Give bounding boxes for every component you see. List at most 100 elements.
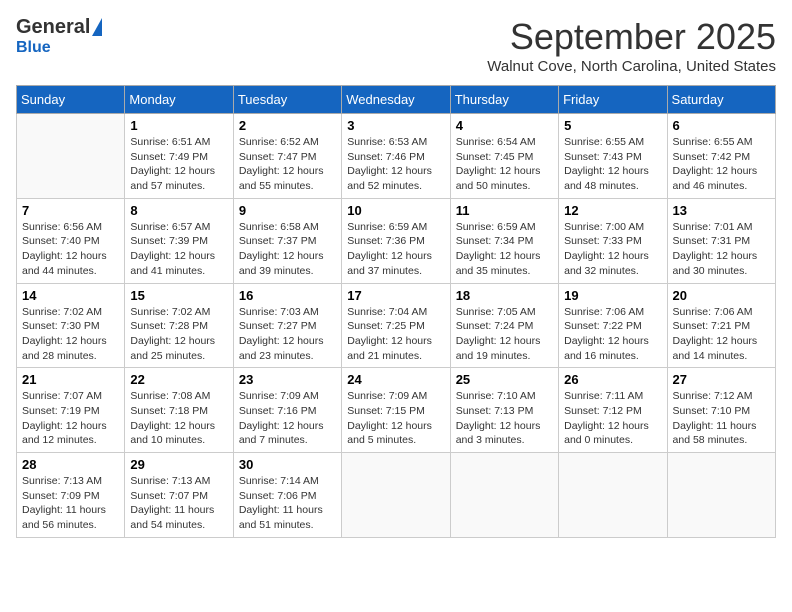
- day-number: 30: [239, 457, 336, 472]
- calendar-cell: [450, 453, 558, 538]
- cell-content: Sunrise: 7:06 AM Sunset: 7:21 PM Dayligh…: [673, 305, 770, 364]
- logo-blue-text: Blue: [16, 39, 51, 57]
- day-number: 23: [239, 372, 336, 387]
- week-row-5: 28 Sunrise: 7:13 AM Sunset: 7:09 PM Dayli…: [17, 453, 776, 538]
- cell-content: Sunrise: 7:13 AM Sunset: 7:07 PM Dayligh…: [130, 474, 227, 533]
- cell-content: Sunrise: 6:55 AM Sunset: 7:42 PM Dayligh…: [673, 135, 770, 194]
- day-number: 19: [564, 288, 661, 303]
- calendar-table: SundayMondayTuesdayWednesdayThursdayFrid…: [16, 85, 776, 538]
- day-number: 20: [673, 288, 770, 303]
- cell-content: Sunrise: 7:00 AM Sunset: 7:33 PM Dayligh…: [564, 220, 661, 279]
- cell-content: Sunrise: 7:09 AM Sunset: 7:15 PM Dayligh…: [347, 389, 444, 448]
- day-number: 13: [673, 203, 770, 218]
- cell-content: Sunrise: 7:02 AM Sunset: 7:28 PM Dayligh…: [130, 305, 227, 364]
- column-header-friday: Friday: [559, 86, 667, 114]
- cell-content: Sunrise: 7:10 AM Sunset: 7:13 PM Dayligh…: [456, 389, 553, 448]
- day-number: 21: [22, 372, 119, 387]
- cell-content: Sunrise: 6:54 AM Sunset: 7:45 PM Dayligh…: [456, 135, 553, 194]
- calendar-cell: 27 Sunrise: 7:12 AM Sunset: 7:10 PM Dayli…: [667, 368, 775, 453]
- calendar-cell: 26 Sunrise: 7:11 AM Sunset: 7:12 PM Dayli…: [559, 368, 667, 453]
- day-number: 12: [564, 203, 661, 218]
- calendar-cell: 19 Sunrise: 7:06 AM Sunset: 7:22 PM Dayli…: [559, 283, 667, 368]
- page-header: General Blue September 2025 Walnut Cove,…: [16, 16, 776, 75]
- cell-content: Sunrise: 7:12 AM Sunset: 7:10 PM Dayligh…: [673, 389, 770, 448]
- logo: General Blue: [16, 16, 102, 57]
- day-number: 8: [130, 203, 227, 218]
- calendar-cell: 28 Sunrise: 7:13 AM Sunset: 7:09 PM Dayli…: [17, 453, 125, 538]
- cell-content: Sunrise: 6:53 AM Sunset: 7:46 PM Dayligh…: [347, 135, 444, 194]
- cell-content: Sunrise: 7:05 AM Sunset: 7:24 PM Dayligh…: [456, 305, 553, 364]
- day-number: 22: [130, 372, 227, 387]
- day-number: 27: [673, 372, 770, 387]
- column-header-wednesday: Wednesday: [342, 86, 450, 114]
- logo-triangle-icon: [92, 18, 102, 36]
- calendar-cell: 17Sunrise: 7:04 AM Sunset: 7:25 PM Dayli…: [342, 283, 450, 368]
- location-subtitle: Walnut Cove, North Carolina, United Stat…: [487, 58, 776, 75]
- cell-content: Sunrise: 7:07 AM Sunset: 7:19 PM Dayligh…: [22, 389, 119, 448]
- cell-content: Sunrise: 6:51 AM Sunset: 7:49 PM Dayligh…: [130, 135, 227, 194]
- cell-content: Sunrise: 6:55 AM Sunset: 7:43 PM Dayligh…: [564, 135, 661, 194]
- cell-content: Sunrise: 7:01 AM Sunset: 7:31 PM Dayligh…: [673, 220, 770, 279]
- calendar-cell: 20 Sunrise: 7:06 AM Sunset: 7:21 PM Dayli…: [667, 283, 775, 368]
- day-number: 24: [347, 372, 444, 387]
- calendar-cell: 21 Sunrise: 7:07 AM Sunset: 7:19 PM Dayli…: [17, 368, 125, 453]
- day-number: 16: [239, 288, 336, 303]
- week-row-3: 14 Sunrise: 7:02 AM Sunset: 7:30 PM Dayli…: [17, 283, 776, 368]
- calendar-cell: 2 Sunrise: 6:52 AM Sunset: 7:47 PM Daylig…: [233, 114, 341, 199]
- cell-content: Sunrise: 7:11 AM Sunset: 7:12 PM Dayligh…: [564, 389, 661, 448]
- calendar-cell: 12 Sunrise: 7:00 AM Sunset: 7:33 PM Dayli…: [559, 198, 667, 283]
- day-number: 28: [22, 457, 119, 472]
- cell-content: Sunrise: 7:13 AM Sunset: 7:09 PM Dayligh…: [22, 474, 119, 533]
- calendar-cell: 29 Sunrise: 7:13 AM Sunset: 7:07 PM Dayli…: [125, 453, 233, 538]
- calendar-cell: 11 Sunrise: 6:59 AM Sunset: 7:34 PM Dayli…: [450, 198, 558, 283]
- week-row-2: 7 Sunrise: 6:56 AM Sunset: 7:40 PM Daylig…: [17, 198, 776, 283]
- calendar-cell: 3Sunrise: 6:53 AM Sunset: 7:46 PM Daylig…: [342, 114, 450, 199]
- cell-content: Sunrise: 6:57 AM Sunset: 7:39 PM Dayligh…: [130, 220, 227, 279]
- column-header-saturday: Saturday: [667, 86, 775, 114]
- column-header-monday: Monday: [125, 86, 233, 114]
- calendar-cell: 1Sunrise: 6:51 AM Sunset: 7:49 PM Daylig…: [125, 114, 233, 199]
- calendar-cell: 13 Sunrise: 7:01 AM Sunset: 7:31 PM Dayli…: [667, 198, 775, 283]
- day-number: 7: [22, 203, 119, 218]
- day-number: 29: [130, 457, 227, 472]
- day-number: 14: [22, 288, 119, 303]
- calendar-cell: 15 Sunrise: 7:02 AM Sunset: 7:28 PM Dayli…: [125, 283, 233, 368]
- day-number: 9: [239, 203, 336, 218]
- day-number: 26: [564, 372, 661, 387]
- calendar-cell: 4 Sunrise: 6:54 AM Sunset: 7:45 PM Daylig…: [450, 114, 558, 199]
- calendar-cell: 22 Sunrise: 7:08 AM Sunset: 7:18 PM Dayli…: [125, 368, 233, 453]
- calendar-cell: 6 Sunrise: 6:55 AM Sunset: 7:42 PM Daylig…: [667, 114, 775, 199]
- calendar-cell: 5Sunrise: 6:55 AM Sunset: 7:43 PM Daylig…: [559, 114, 667, 199]
- days-header-row: SundayMondayTuesdayWednesdayThursdayFrid…: [17, 86, 776, 114]
- week-row-4: 21 Sunrise: 7:07 AM Sunset: 7:19 PM Dayli…: [17, 368, 776, 453]
- day-number: 4: [456, 118, 553, 133]
- cell-content: Sunrise: 6:59 AM Sunset: 7:36 PM Dayligh…: [347, 220, 444, 279]
- calendar-cell: 9 Sunrise: 6:58 AM Sunset: 7:37 PM Daylig…: [233, 198, 341, 283]
- calendar-cell: [559, 453, 667, 538]
- day-number: 18: [456, 288, 553, 303]
- week-row-1: 1Sunrise: 6:51 AM Sunset: 7:49 PM Daylig…: [17, 114, 776, 199]
- calendar-cell: [342, 453, 450, 538]
- title-section: September 2025 Walnut Cove, North Caroli…: [487, 16, 776, 75]
- cell-content: Sunrise: 7:03 AM Sunset: 7:27 PM Dayligh…: [239, 305, 336, 364]
- calendar-cell: 25Sunrise: 7:10 AM Sunset: 7:13 PM Dayli…: [450, 368, 558, 453]
- day-number: 15: [130, 288, 227, 303]
- day-number: 6: [673, 118, 770, 133]
- cell-content: Sunrise: 6:52 AM Sunset: 7:47 PM Dayligh…: [239, 135, 336, 194]
- cell-content: Sunrise: 7:02 AM Sunset: 7:30 PM Dayligh…: [22, 305, 119, 364]
- calendar-cell: 8 Sunrise: 6:57 AM Sunset: 7:39 PM Daylig…: [125, 198, 233, 283]
- calendar-cell: [667, 453, 775, 538]
- day-number: 2: [239, 118, 336, 133]
- month-title: September 2025: [487, 16, 776, 58]
- calendar-cell: 30Sunrise: 7:14 AM Sunset: 7:06 PM Dayli…: [233, 453, 341, 538]
- calendar-cell: 24 Sunrise: 7:09 AM Sunset: 7:15 PM Dayli…: [342, 368, 450, 453]
- column-header-sunday: Sunday: [17, 86, 125, 114]
- calendar-cell: 7 Sunrise: 6:56 AM Sunset: 7:40 PM Daylig…: [17, 198, 125, 283]
- cell-content: Sunrise: 7:06 AM Sunset: 7:22 PM Dayligh…: [564, 305, 661, 364]
- cell-content: Sunrise: 6:59 AM Sunset: 7:34 PM Dayligh…: [456, 220, 553, 279]
- cell-content: Sunrise: 6:58 AM Sunset: 7:37 PM Dayligh…: [239, 220, 336, 279]
- cell-content: Sunrise: 6:56 AM Sunset: 7:40 PM Dayligh…: [22, 220, 119, 279]
- calendar-cell: [17, 114, 125, 199]
- day-number: 11: [456, 203, 553, 218]
- cell-content: Sunrise: 7:08 AM Sunset: 7:18 PM Dayligh…: [130, 389, 227, 448]
